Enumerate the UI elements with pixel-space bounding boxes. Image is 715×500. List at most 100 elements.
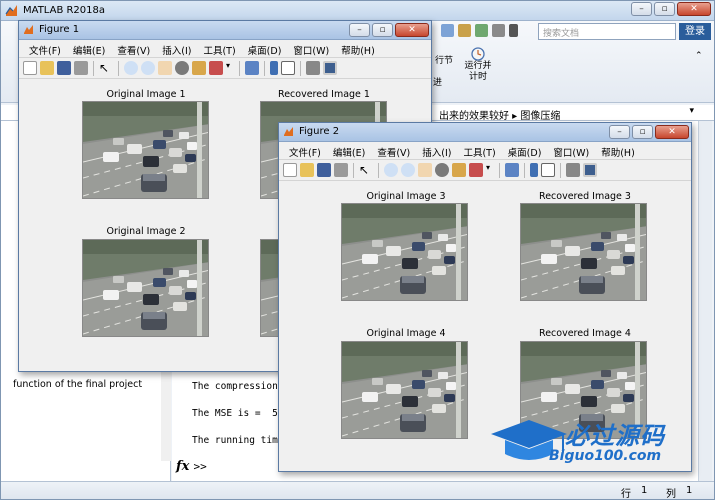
figure-title: Figure 2 — [299, 126, 340, 137]
col-label: 列 — [666, 489, 676, 500]
quick-access-icon[interactable] — [458, 24, 471, 37]
colorbar-icon[interactable] — [270, 61, 278, 75]
print-icon[interactable] — [334, 163, 348, 177]
command-output-line: The MSE is = 58. — [192, 408, 290, 419]
original-image-3[interactable] — [341, 203, 468, 301]
toolbar-separator — [239, 60, 240, 76]
link-plot-icon[interactable] — [245, 61, 259, 75]
menu-window[interactable]: 窗口(W) — [287, 40, 335, 57]
show-plot-tools-icon[interactable] — [583, 163, 597, 177]
toolbar-separator — [524, 162, 525, 178]
save-icon[interactable] — [317, 163, 331, 177]
menu-file[interactable]: 文件(F) — [23, 40, 67, 57]
link-plot-icon[interactable] — [505, 163, 519, 177]
original-image-1[interactable] — [82, 101, 209, 199]
new-figure-icon[interactable] — [23, 61, 37, 75]
save-icon[interactable] — [57, 61, 71, 75]
col-value: 1 — [686, 485, 693, 496]
maximize-button[interactable]: ▫ — [632, 125, 653, 139]
chevron-down-icon[interactable] — [509, 24, 518, 37]
brush-icon[interactable] — [469, 163, 483, 177]
minimize-button[interactable]: – — [349, 23, 370, 37]
chevron-down-icon[interactable]: ▾ — [226, 61, 234, 75]
open-file-icon[interactable] — [300, 163, 314, 177]
minimize-button[interactable]: – — [609, 125, 630, 139]
pointer-icon[interactable]: ↖ — [99, 61, 113, 75]
run-advance-label[interactable]: 进 — [433, 75, 442, 88]
quick-access-icon[interactable] — [475, 24, 488, 37]
data-cursor-icon[interactable] — [192, 61, 206, 75]
rotate-3d-icon[interactable] — [175, 61, 189, 75]
menu-insert[interactable]: 插入(I) — [416, 142, 457, 159]
menu-insert[interactable]: 插入(I) — [156, 40, 197, 57]
menu-help[interactable]: 帮助(H) — [595, 142, 641, 159]
open-file-icon[interactable] — [40, 61, 54, 75]
menu-tools[interactable]: 工具(T) — [197, 40, 241, 57]
menu-tools[interactable]: 工具(T) — [457, 142, 501, 159]
command-prompt[interactable]: fx >> — [176, 459, 207, 474]
menu-desktop[interactable]: 桌面(D) — [242, 40, 288, 57]
brush-icon[interactable] — [209, 61, 223, 75]
print-icon[interactable] — [74, 61, 88, 75]
zoom-in-icon[interactable] — [124, 61, 138, 75]
menu-edit[interactable]: 编辑(E) — [67, 40, 111, 57]
menu-edit[interactable]: 编辑(E) — [327, 142, 371, 159]
figure-menubar: 文件(F) 编辑(E) 查看(V) 插入(I) 工具(T) 桌面(D) 窗口(W… — [19, 40, 431, 58]
chevron-down-icon[interactable]: ▾ — [689, 106, 694, 116]
menu-file[interactable]: 文件(F) — [283, 142, 327, 159]
hide-plot-tools-icon[interactable] — [306, 61, 320, 75]
run-and-time-icon[interactable] — [469, 45, 487, 61]
breadcrumb[interactable]: 出来的效果较好 ▸ 图像压缩 — [439, 107, 560, 122]
row-label: 行 — [621, 489, 631, 500]
figure-icon — [284, 127, 293, 136]
axes-title: Original Image 4 — [366, 328, 446, 339]
fx-icon: fx — [176, 459, 190, 474]
maximize-button[interactable]: ▫ — [372, 23, 393, 37]
run-section-label[interactable]: 行节 — [435, 53, 453, 66]
command-window-scrollbar[interactable] — [698, 121, 712, 481]
legend-icon[interactable] — [281, 61, 295, 75]
quick-access-icon[interactable] — [441, 24, 454, 37]
recovered-image-3[interactable] — [520, 203, 647, 301]
new-figure-icon[interactable] — [283, 163, 297, 177]
minimize-button[interactable]: – — [631, 2, 652, 16]
menu-view[interactable]: 查看(V) — [111, 40, 156, 57]
show-plot-tools-icon[interactable] — [323, 61, 337, 75]
collapse-toolstrip-icon[interactable]: ⌃ — [695, 51, 703, 61]
close-button[interactable]: ✕ — [677, 2, 711, 16]
menu-view[interactable]: 查看(V) — [371, 142, 416, 159]
data-cursor-icon[interactable] — [452, 163, 466, 177]
maximize-button[interactable]: ▫ — [654, 2, 675, 16]
colorbar-icon[interactable] — [530, 163, 538, 177]
original-image-2[interactable] — [82, 239, 209, 337]
original-image-4[interactable] — [341, 341, 468, 439]
close-button[interactable]: ✕ — [655, 125, 689, 139]
toolbar-separator — [378, 162, 379, 178]
close-button[interactable]: ✕ — [395, 23, 429, 37]
toolbar-separator — [118, 60, 119, 76]
menu-help[interactable]: 帮助(H) — [335, 40, 381, 57]
search-documentation-input[interactable]: 搜索文档 — [538, 23, 676, 40]
pan-hand-icon[interactable] — [158, 61, 172, 75]
run-and-time-button[interactable]: 运行并 计时 — [463, 61, 493, 83]
login-button[interactable]: 登录 — [679, 23, 711, 40]
figure-window-controls: – ▫ ✕ — [349, 23, 429, 38]
figure-toolbar: ↖ ▾ — [279, 160, 691, 181]
watermark-logo: 必过源码 Biguo100.com — [487, 412, 687, 472]
hide-plot-tools-icon[interactable] — [566, 163, 580, 177]
pan-hand-icon[interactable] — [418, 163, 432, 177]
figure-toolbar: ↖ ▾ — [19, 58, 431, 79]
chevron-down-icon[interactable]: ▾ — [486, 163, 494, 177]
help-icon[interactable] — [492, 24, 505, 37]
pointer-icon[interactable]: ↖ — [359, 163, 373, 177]
zoom-out-icon[interactable] — [141, 61, 155, 75]
zoom-in-icon[interactable] — [384, 163, 398, 177]
axes-title: Original Image 2 — [106, 226, 186, 237]
zoom-out-icon[interactable] — [401, 163, 415, 177]
figure-title: Figure 1 — [39, 24, 80, 35]
menu-window[interactable]: 窗口(W) — [547, 142, 595, 159]
menu-desktop[interactable]: 桌面(D) — [502, 142, 548, 159]
rotate-3d-icon[interactable] — [435, 163, 449, 177]
legend-icon[interactable] — [541, 163, 555, 177]
figure-title-bar: Figure 1 – ▫ ✕ — [19, 21, 431, 40]
